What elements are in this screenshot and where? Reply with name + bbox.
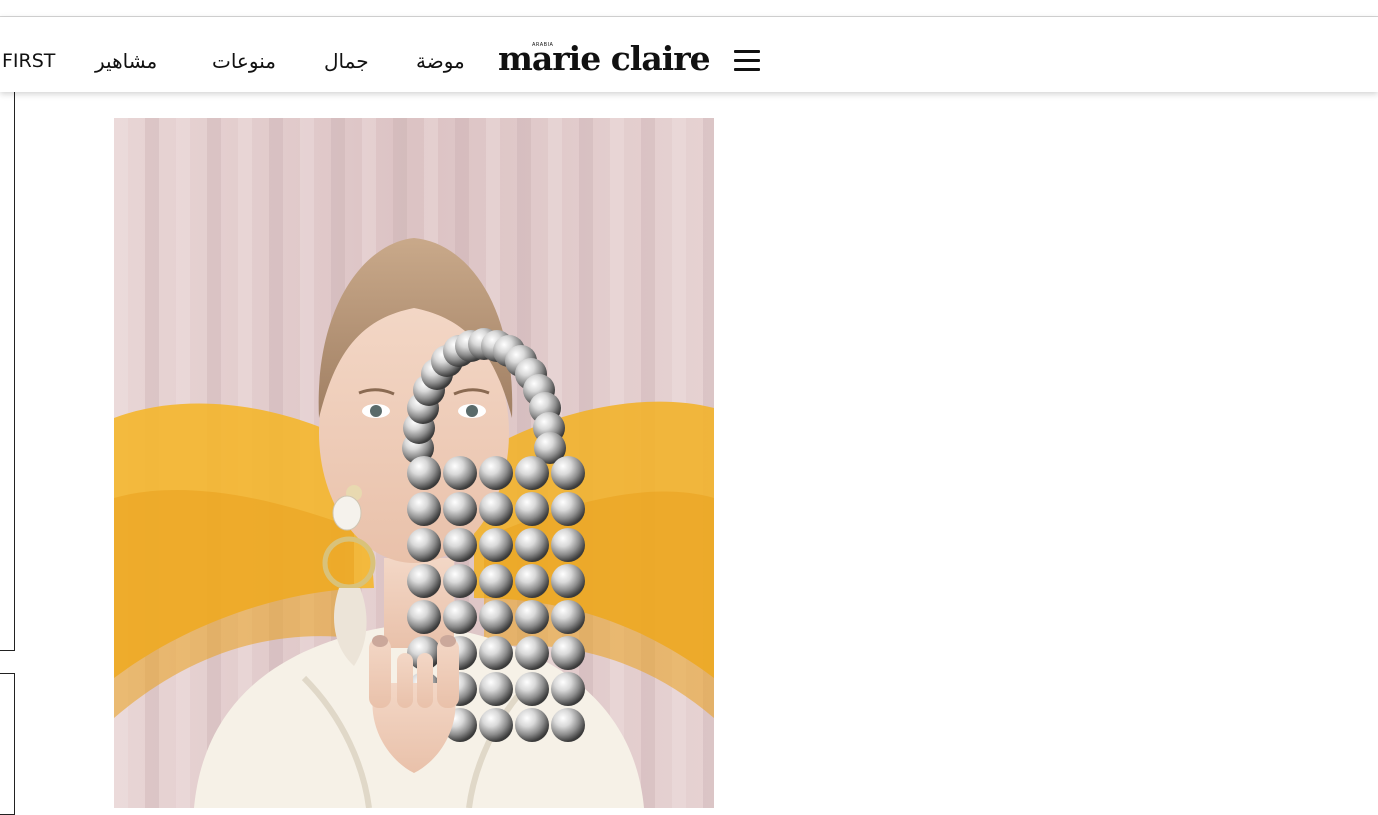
side-ad-frame-lower bbox=[0, 673, 15, 815]
bead bbox=[479, 708, 513, 742]
logo-wordmark: marie claire bbox=[498, 39, 711, 78]
bead bbox=[515, 600, 549, 634]
bead bbox=[515, 528, 549, 562]
nav-item-beauty[interactable]: جمال bbox=[324, 47, 369, 75]
bead bbox=[551, 600, 585, 634]
bead bbox=[515, 456, 549, 490]
bead bbox=[551, 636, 585, 670]
bead bbox=[551, 492, 585, 526]
bead bbox=[479, 528, 513, 562]
hamburger-menu-icon[interactable] bbox=[732, 47, 762, 75]
bead bbox=[407, 456, 441, 490]
menu-bar bbox=[734, 50, 760, 53]
bead bbox=[515, 564, 549, 598]
menu-bar bbox=[734, 68, 760, 71]
bead bbox=[515, 492, 549, 526]
bead bbox=[407, 600, 441, 634]
bead bbox=[443, 564, 477, 598]
bead bbox=[479, 672, 513, 706]
site-header: FIRST مشاهير منوعات جمال موضة ARABIA mar… bbox=[0, 17, 1378, 92]
bead bbox=[551, 564, 585, 598]
side-ad-frame bbox=[0, 92, 15, 651]
hero-photo-illustration bbox=[114, 118, 714, 808]
nav-item-misc[interactable]: منوعات bbox=[212, 47, 276, 75]
menu-bar bbox=[734, 59, 760, 62]
bead bbox=[479, 492, 513, 526]
bead bbox=[443, 528, 477, 562]
bead bbox=[515, 708, 549, 742]
bead bbox=[443, 600, 477, 634]
bead bbox=[443, 456, 477, 490]
site-logo[interactable]: ARABIA marie claire bbox=[498, 39, 711, 79]
bead bbox=[515, 636, 549, 670]
bead bbox=[407, 528, 441, 562]
nav-item-first[interactable]: FIRST bbox=[2, 47, 55, 75]
bead bbox=[407, 564, 441, 598]
bead bbox=[479, 456, 513, 490]
bead bbox=[515, 672, 549, 706]
bead bbox=[479, 636, 513, 670]
bead bbox=[479, 600, 513, 634]
bead bbox=[479, 564, 513, 598]
nav-item-fashion[interactable]: موضة bbox=[416, 47, 465, 75]
nav-item-celebrities[interactable]: مشاهير bbox=[95, 47, 157, 75]
bead bbox=[407, 492, 441, 526]
article-hero-image bbox=[114, 118, 714, 808]
bead bbox=[551, 528, 585, 562]
bead bbox=[551, 708, 585, 742]
bead bbox=[551, 672, 585, 706]
bead bbox=[551, 456, 585, 490]
browser-top-strip bbox=[0, 0, 1378, 17]
bead bbox=[443, 492, 477, 526]
